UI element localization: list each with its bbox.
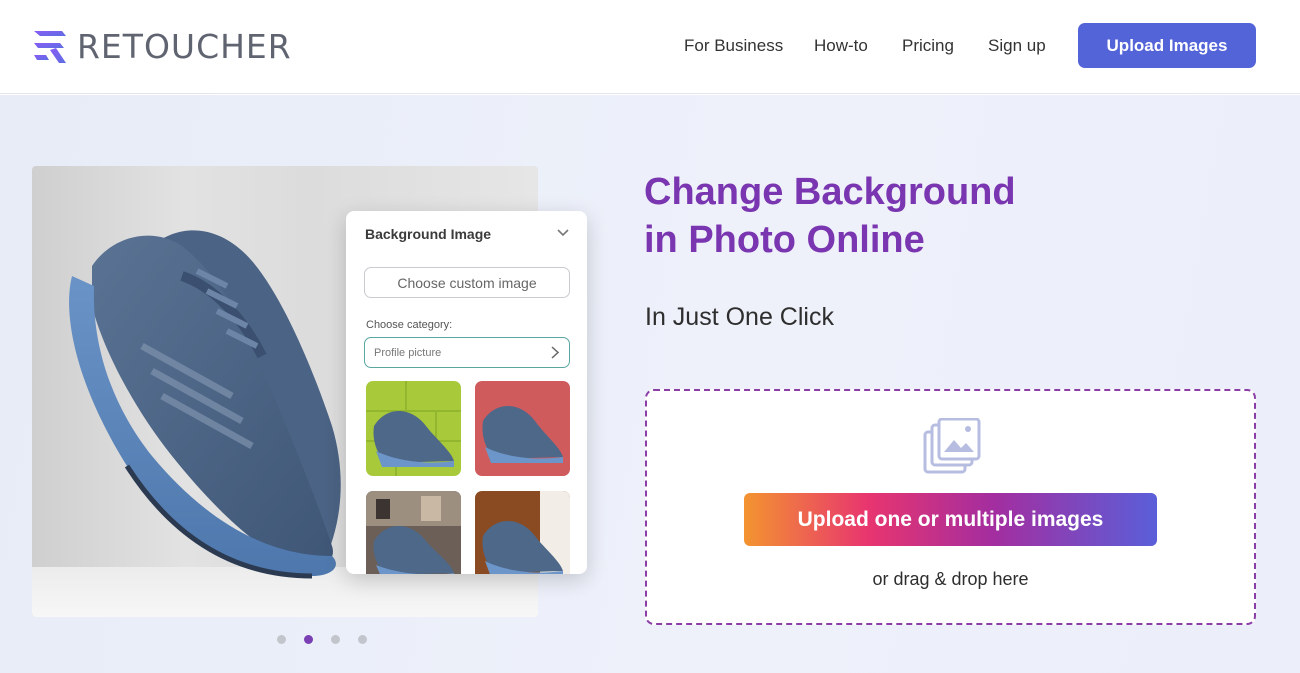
images-stack-icon [923,418,981,474]
sneaker-thumbnail-image [366,491,461,574]
carousel-dot[interactable] [358,635,367,644]
background-thumbnail[interactable] [475,381,570,476]
choose-custom-image-button[interactable]: Choose custom image [364,267,570,298]
panel-title: Background Image [365,226,492,242]
logo-text: RETOUCHER [77,26,292,66]
chevron-right-icon [551,346,560,359]
nav-for-business[interactable]: For Business [684,36,783,56]
retoucher-logo-icon [34,31,66,63]
upload-drop-zone[interactable]: Upload one or multiple images or drag & … [645,389,1256,625]
carousel-dot[interactable] [277,635,286,644]
logo[interactable]: RETOUCHER [32,26,292,66]
chevron-down-icon[interactable] [556,225,570,239]
background-thumbnail[interactable] [366,381,461,476]
carousel-dot[interactable] [331,635,340,644]
title-line-1: Change Background [644,171,1016,213]
sneaker-thumbnail-image [482,406,563,463]
sneaker-thumbnail-image [482,491,570,574]
background-thumbnail[interactable] [366,491,461,574]
category-select[interactable]: Profile picture [364,337,570,368]
background-thumbnail[interactable] [475,491,570,574]
upload-multiple-images-button[interactable]: Upload one or multiple images [744,493,1157,546]
drag-drop-text: or drag & drop here [872,569,1029,589]
background-image-panel: Background Image Choose custom image Cho… [346,211,587,574]
nav-sign-up[interactable]: Sign up [988,36,1046,56]
nav-pricing[interactable]: Pricing [902,36,954,56]
category-label: Choose category: [366,319,453,331]
category-select-value: Profile picture [374,346,442,359]
sneaker-thumbnail-image [366,381,461,476]
carousel-dots [277,635,385,644]
upload-images-button[interactable]: Upload Images [1078,23,1256,68]
carousel-dot-active[interactable] [304,635,313,644]
nav-how-to[interactable]: How-to [814,36,868,56]
page-title: Change Background in Photo Online [644,168,1064,264]
title-line-2: in Photo Online [644,219,925,261]
site-header: RETOUCHER For Business How-to Pricing Si… [0,0,1300,94]
page-subtitle: In Just One Click [645,303,834,331]
